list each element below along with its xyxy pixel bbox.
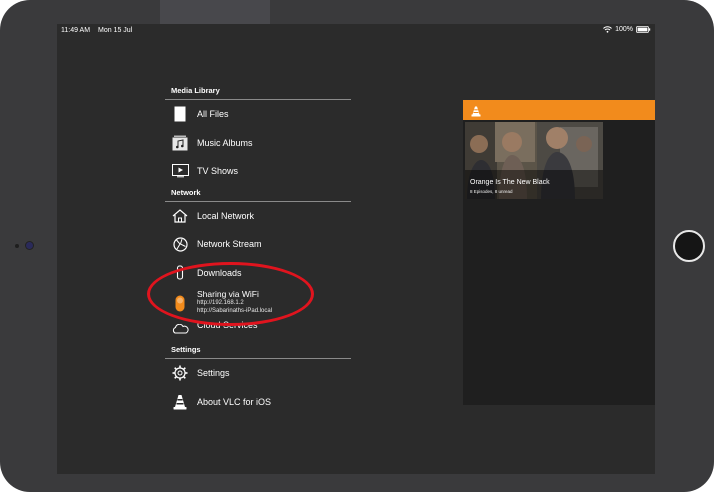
home-button[interactable]	[673, 230, 705, 262]
screen: 11:49 AM Mon 15 Jul 100% Media Library A…	[57, 24, 655, 474]
menu-item-label: Local Network	[197, 210, 255, 221]
menu-item-label: All Files	[197, 109, 229, 120]
menu-item-all-files[interactable]: All Files	[165, 100, 351, 129]
download-icon	[171, 264, 189, 282]
network-header: Network	[165, 186, 351, 202]
menu-item-about-vlc[interactable]: About VLC for iOS	[165, 388, 351, 417]
camera-lens	[26, 242, 33, 249]
page: 11:49 AM Mon 15 Jul 100% Media Library A…	[0, 0, 714, 494]
wifi-icon	[603, 26, 612, 33]
menu-item-label: Cloud Services	[197, 320, 258, 330]
sharing-label: Sharing via WiFi	[197, 289, 259, 299]
sharing-text: Sharing via WiFi http://192.168.1.2 http…	[197, 287, 272, 315]
menu-item-label: Downloads	[197, 267, 242, 278]
tv-show-tile[interactable]: Orange Is The New Black 8 Episodes, 8 un…	[465, 122, 603, 199]
menu-item-music-albums[interactable]: Music Albums	[165, 129, 351, 158]
document-icon	[171, 105, 189, 123]
status-date: Mon 15 Jul	[98, 27, 133, 34]
sharing-ip-url: http://192.168.1.2	[197, 300, 244, 306]
status-time: 11:49 AM	[61, 27, 91, 34]
vlc-cone-icon	[471, 104, 481, 122]
menu-item-downloads[interactable]: Downloads	[165, 259, 351, 288]
menu-item-settings[interactable]: Settings	[165, 359, 351, 388]
content-panel: Orange Is The New Black 8 Episodes, 8 un…	[463, 100, 655, 405]
panel-header-bar	[463, 100, 655, 120]
cloud-icon	[171, 320, 189, 338]
tile-subtitle: 8 Episodes, 8 unread	[470, 189, 513, 194]
menu-item-cloud-services[interactable]: Cloud Services	[165, 320, 351, 340]
battery-icon	[636, 26, 651, 33]
menu-item-network-stream[interactable]: Network Stream	[165, 230, 351, 259]
menu-item-label: About VLC for iOS	[197, 396, 272, 407]
status-right: 100%	[603, 26, 651, 33]
media-library-header: Media Library	[165, 84, 351, 100]
vlc-cone-icon	[171, 393, 189, 411]
menu-item-label: Music Albums	[197, 137, 253, 148]
battery-percentage: 100%	[615, 26, 633, 33]
gear-icon	[171, 364, 189, 382]
bezel-reflection	[160, 0, 270, 24]
menu-item-local-network[interactable]: Local Network	[165, 202, 351, 231]
settings-header: Settings	[165, 343, 351, 359]
music-album-icon	[171, 134, 189, 152]
sharing-host-url: http://Sabarinaths-iPad.local	[197, 308, 273, 314]
wifi-toggle-icon[interactable]	[171, 294, 189, 312]
menu-item-sharing-via-wifi[interactable]: Sharing via WiFi http://192.168.1.2 http…	[165, 287, 351, 320]
tile-title: Orange Is The New Black	[470, 179, 550, 186]
show-thumbnail	[465, 122, 603, 199]
sensor-dot	[15, 244, 19, 248]
home-network-icon	[171, 207, 189, 225]
menu-item-label: Network Stream	[197, 239, 262, 250]
menu-item-label: TV Shows	[197, 166, 239, 177]
tv-icon	[171, 162, 189, 180]
menu-item-label: Settings	[197, 368, 230, 379]
status-bar: 11:49 AM Mon 15 Jul 100%	[57, 24, 655, 38]
globe-icon	[171, 235, 189, 253]
side-menu: Media Library All Files Music Albums TV …	[165, 84, 351, 416]
menu-item-tv-shows[interactable]: TV Shows	[165, 157, 351, 186]
